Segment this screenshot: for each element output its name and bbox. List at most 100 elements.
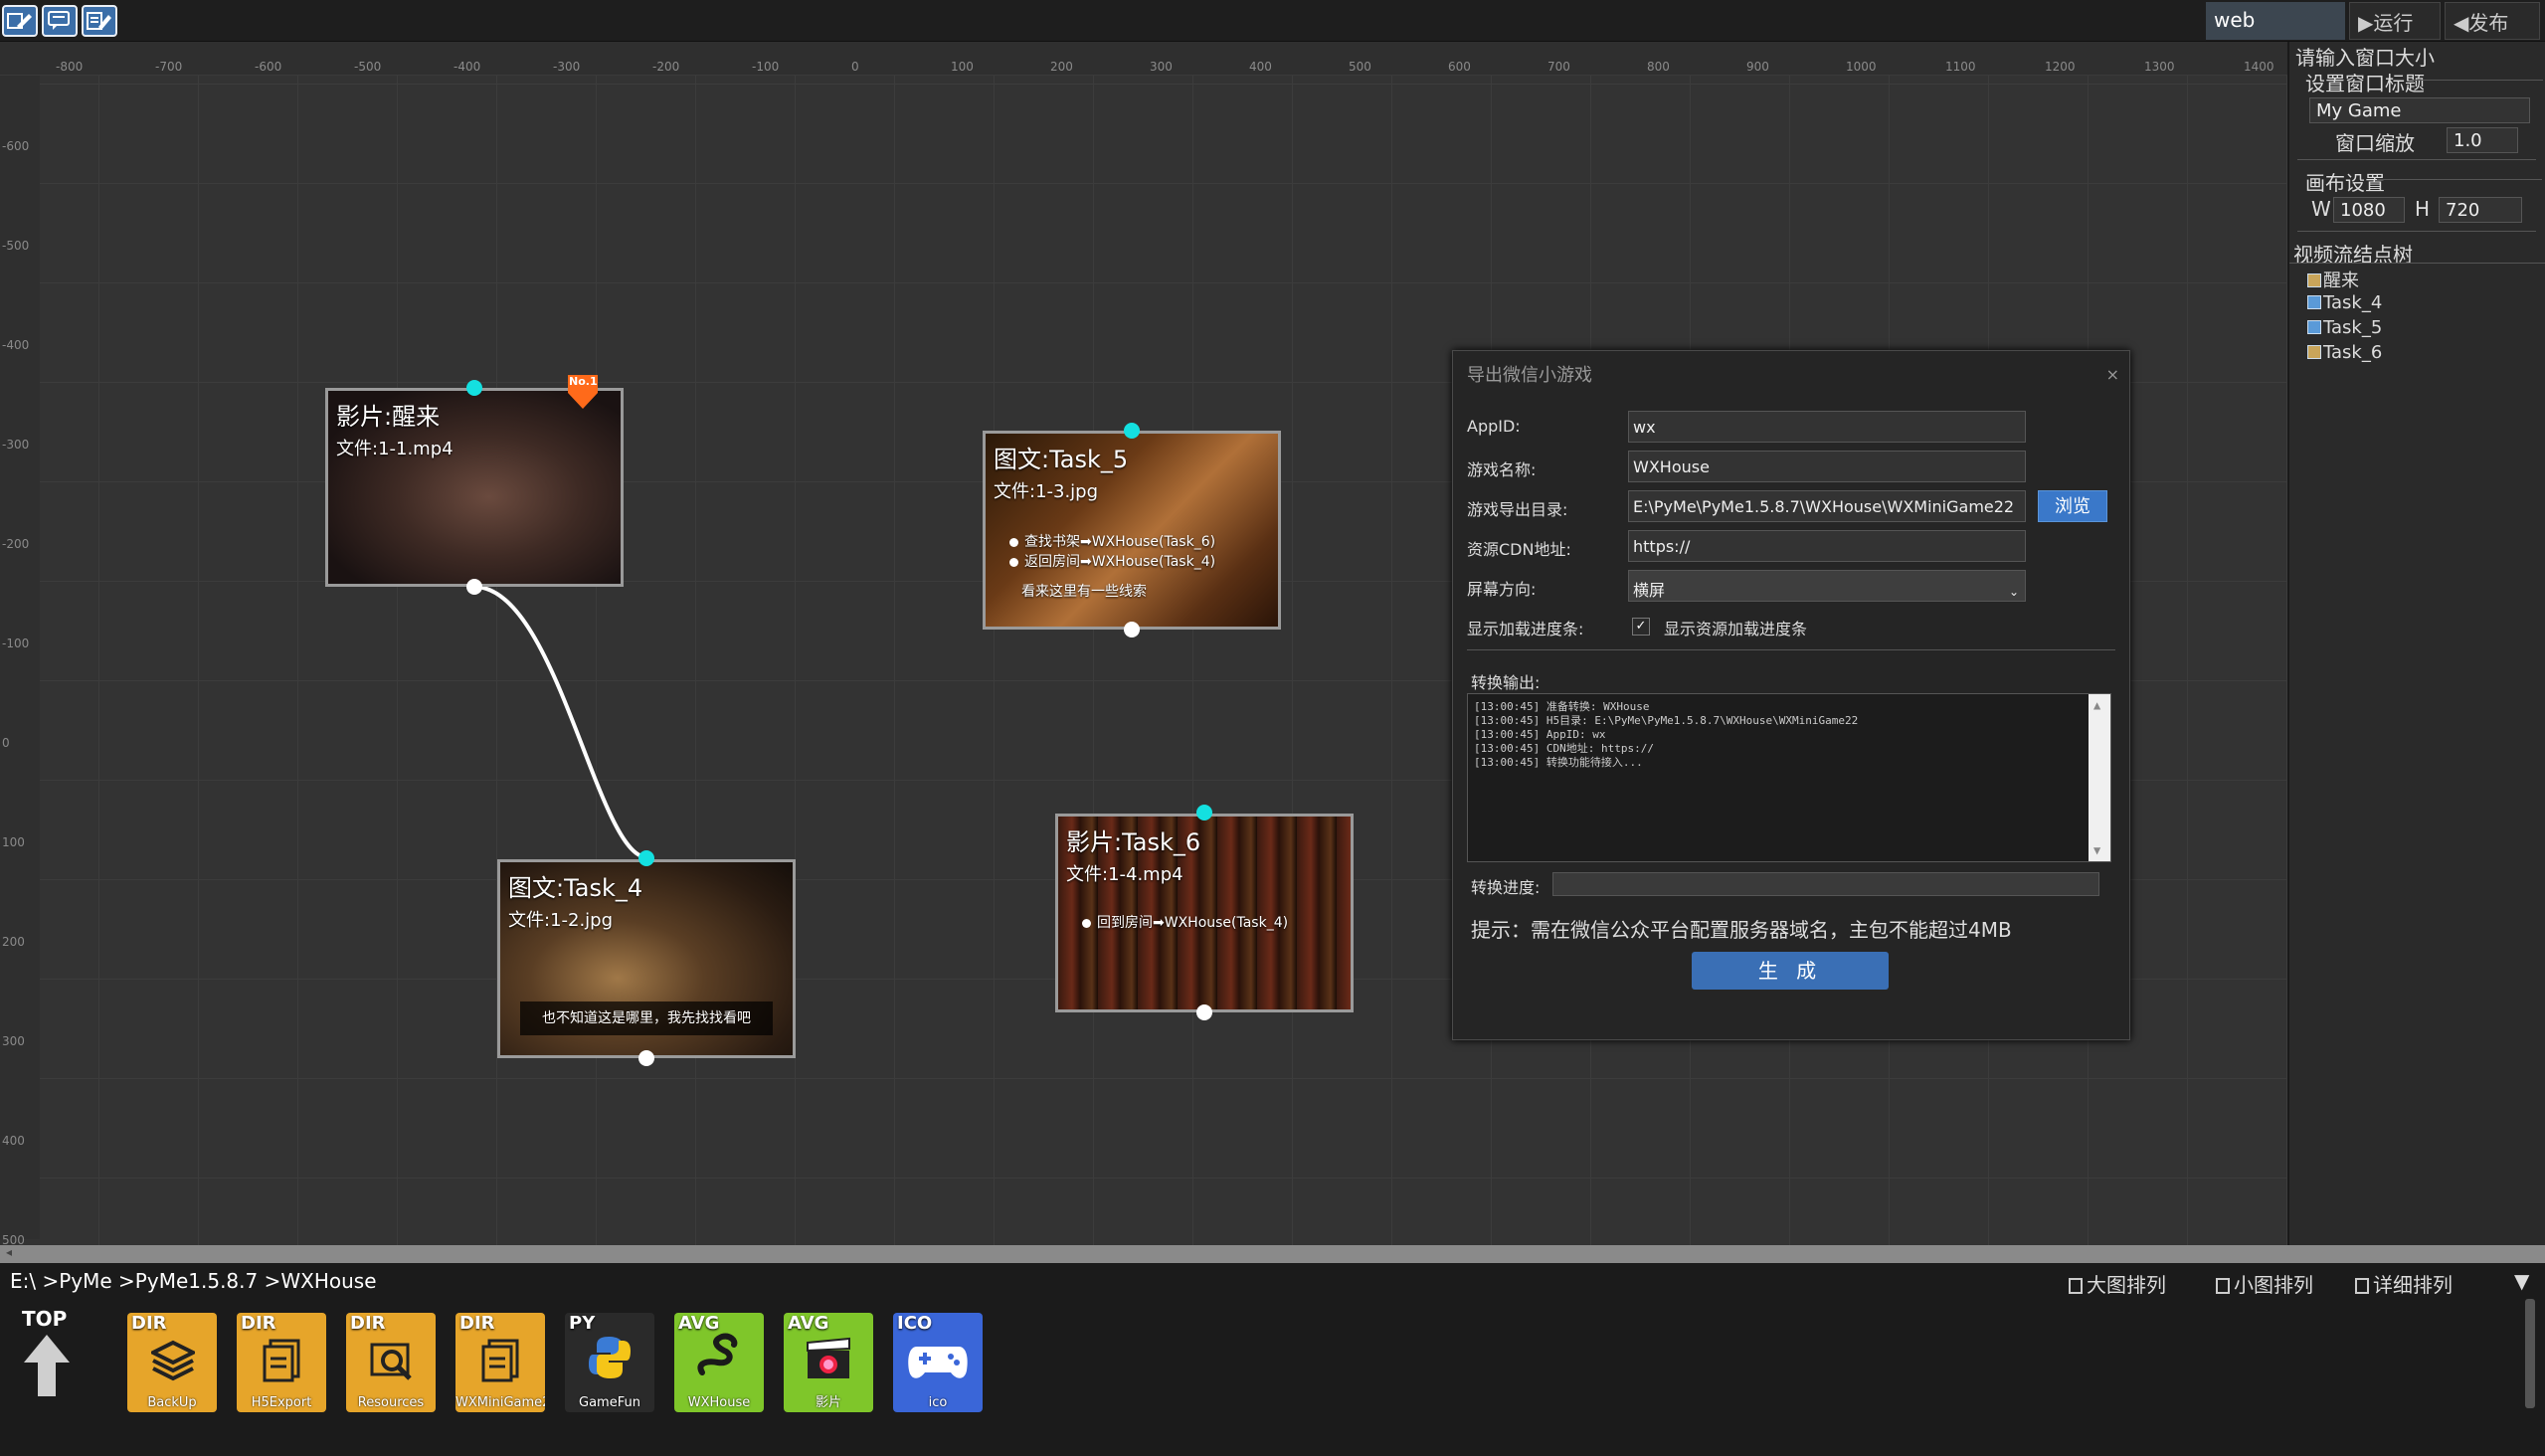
file-type: AVG bbox=[788, 1313, 829, 1334]
input-port[interactable] bbox=[638, 850, 654, 866]
log-line: [13:00:45] 转换功能待接入... bbox=[1474, 756, 1643, 769]
run-button[interactable]: ▶运行 bbox=[2349, 2, 2441, 40]
loading-checkbox[interactable]: ✓ bbox=[1632, 618, 1650, 636]
file-movie[interactable]: AVG 影片 bbox=[784, 1313, 873, 1412]
file-type: DIR bbox=[350, 1313, 386, 1334]
tree-item-label: Task_6 bbox=[2323, 342, 2383, 363]
scroll-up-icon[interactable]: ▲ bbox=[2093, 698, 2100, 712]
file-type: ICO bbox=[897, 1313, 933, 1334]
node-title: 影片:Task_6 bbox=[1066, 828, 1201, 856]
documents-icon bbox=[481, 1339, 519, 1382]
small-view-button[interactable]: 小图排列 bbox=[2216, 1269, 2313, 1298]
orientation-label: 屏幕方向: bbox=[1467, 580, 1537, 599]
file-type: AVG bbox=[678, 1313, 720, 1334]
tip-text: 提示：需在微信公众平台配置服务器域名，主包不能超过4MB bbox=[1471, 918, 2012, 942]
width-field[interactable]: 1080 bbox=[2333, 197, 2405, 223]
generate-button[interactable]: 生 成 bbox=[1692, 952, 1889, 990]
documents-icon bbox=[263, 1339, 300, 1382]
top-folder-button[interactable]: TOP bbox=[22, 1307, 72, 1404]
output-port[interactable] bbox=[466, 579, 482, 595]
orientation-select[interactable]: 横屏 ⌄ bbox=[1628, 570, 2026, 602]
window-title-label: 设置窗口标题 bbox=[2305, 72, 2425, 95]
python-icon bbox=[589, 1337, 631, 1378]
large-view-button[interactable]: 大图排列 bbox=[2069, 1269, 2166, 1298]
export-wechat-dialog: 导出微信小游戏 × AppID: wx 游戏名称: WXHouse 游戏导出目录… bbox=[1452, 350, 2130, 1040]
output-port[interactable] bbox=[638, 1050, 654, 1066]
tree-item[interactable]: Task_4 bbox=[2307, 292, 2382, 313]
file-gamefun[interactable]: PY GameFun bbox=[565, 1313, 654, 1412]
scroll-down-icon[interactable]: ▼ bbox=[2093, 843, 2100, 857]
loading-label: 显示加载进度条: bbox=[1467, 620, 1584, 638]
file-resources[interactable]: DIR Resources bbox=[346, 1313, 436, 1412]
node-file: 文件:1-3.jpg bbox=[994, 481, 1099, 502]
tree-item[interactable]: 醒来 bbox=[2307, 267, 2359, 292]
file-wxminigame22[interactable]: DIR WXMiniGame22 bbox=[455, 1313, 545, 1412]
search-folder-icon bbox=[370, 1343, 412, 1380]
collapse-icon[interactable]: ▼ bbox=[2514, 1269, 2529, 1293]
log-line: [13:00:45] AppID: wx bbox=[1474, 728, 1606, 741]
image-icon bbox=[2307, 295, 2321, 309]
file-backup[interactable]: DIR BackUp bbox=[127, 1313, 217, 1412]
vertical-scrollbar[interactable] bbox=[2525, 1299, 2535, 1408]
export-dir-label: 游戏导出目录: bbox=[1467, 500, 1568, 519]
output-log[interactable]: [13:00:45] 准备转换: WXHouse [13:00:45] H5目录… bbox=[1467, 693, 2111, 862]
zoom-label: 窗口缩放 bbox=[2335, 131, 2415, 155]
height-field[interactable]: 720 bbox=[2439, 197, 2522, 223]
node-option[interactable]: 返回房间➡WXHouse(Task_4) bbox=[1009, 551, 1215, 571]
export-dir-field[interactable]: E:\PyMe\PyMe1.5.8.7\WXHouse\WXMiniGame22 bbox=[1628, 490, 2026, 522]
file-browser: E:\ >PyMe >PyMe1.5.8.7 >WXHouse 大图排列 小图排… bbox=[0, 1263, 2545, 1456]
node-xinglai[interactable]: 影片:醒来 文件:1-1.mp4 bbox=[325, 388, 624, 587]
breadcrumb[interactable]: E:\ >PyMe >PyMe1.5.8.7 >WXHouse bbox=[10, 1269, 377, 1293]
video-icon bbox=[2307, 345, 2321, 359]
input-port[interactable] bbox=[466, 380, 482, 396]
file-name: ico bbox=[928, 1395, 948, 1410]
grid-icon bbox=[2069, 1278, 2083, 1294]
tree-item[interactable]: Task_5 bbox=[2307, 317, 2382, 338]
app-window: web ▶运行 ◀发布 -800 -700 -600 -500 -400 -300 -200… bbox=[0, 0, 2545, 1456]
start-badge: No.1 bbox=[566, 373, 600, 411]
detail-view-button[interactable]: 详细排列 bbox=[2355, 1269, 2453, 1298]
input-port[interactable] bbox=[1196, 805, 1212, 820]
node-option[interactable]: 回到房间➡WXHouse(Task_4) bbox=[1082, 912, 1288, 932]
window-title-field[interactable]: My Game bbox=[2309, 97, 2530, 123]
file-wxhouse[interactable]: AVG WXHouse bbox=[674, 1313, 764, 1412]
list-icon bbox=[2355, 1278, 2369, 1294]
node-task6[interactable]: 影片:Task_6 文件:1-4.mp4 回到房间➡WXHouse(Task_4… bbox=[1055, 814, 1354, 1012]
node-task4[interactable]: 图文:Task_4 文件:1-2.jpg 也不知道这是哪里，我先找找看吧 bbox=[497, 859, 796, 1058]
scroll-left-icon[interactable]: ◂ bbox=[6, 1245, 12, 1259]
output-port[interactable] bbox=[1124, 622, 1140, 637]
node-task5[interactable]: 图文:Task_5 文件:1-3.jpg 查找书架➡WXHouse(Task_6… bbox=[983, 431, 1281, 630]
tree-item-label: 醒来 bbox=[2323, 271, 2359, 291]
loading-checkbox-text: 显示资源加载进度条 bbox=[1664, 620, 1808, 638]
log-scrollbar[interactable]: ▲ ▼ bbox=[2089, 694, 2110, 861]
detail-view-label: 详细排列 bbox=[2373, 1273, 2453, 1297]
node-option[interactable]: 查找书架➡WXHouse(Task_6) bbox=[1009, 531, 1215, 551]
file-h5export[interactable]: DIR H5Export bbox=[237, 1313, 326, 1412]
right-panel: 请输入窗口大小 设置窗口标题 My Game 窗口缩放 1.0 画布设置 W 1… bbox=[2287, 42, 2545, 1245]
publish-button[interactable]: ◀发布 bbox=[2445, 2, 2540, 40]
zoom-field[interactable]: 1.0 bbox=[2447, 127, 2518, 153]
canvas-settings-label: 画布设置 bbox=[2305, 171, 2385, 195]
game-name-field[interactable]: WXHouse bbox=[1628, 451, 2026, 482]
horizontal-scrollbar[interactable]: ◂ bbox=[0, 1245, 2545, 1263]
file-name: Resources bbox=[357, 1395, 425, 1410]
chevron-down-icon: ⌄ bbox=[2008, 585, 2019, 599]
cdn-label: 资源CDN地址: bbox=[1467, 540, 1571, 559]
file-type: DIR bbox=[459, 1313, 495, 1334]
file-name: 影片 bbox=[815, 1395, 841, 1410]
output-port[interactable] bbox=[1196, 1004, 1212, 1020]
cdn-field[interactable]: https:// bbox=[1628, 530, 2026, 562]
input-port[interactable] bbox=[1124, 423, 1140, 439]
divider bbox=[2297, 159, 2536, 160]
close-icon[interactable]: × bbox=[2106, 365, 2119, 384]
connection-line[interactable] bbox=[473, 585, 647, 859]
appid-field[interactable]: wx bbox=[1628, 411, 2026, 443]
node-caption: 看来这里有一些线索 bbox=[1021, 584, 1147, 600]
output-label: 转换输出: bbox=[1471, 673, 1541, 692]
file-ico[interactable]: ICO ico bbox=[893, 1313, 983, 1412]
tree-item[interactable]: Task_6 bbox=[2307, 342, 2382, 363]
tree-item-label: Task_4 bbox=[2323, 292, 2383, 313]
gamepad-icon bbox=[908, 1347, 968, 1378]
clapperboard-icon bbox=[807, 1337, 850, 1378]
browse-button[interactable]: 浏览 bbox=[2038, 490, 2107, 522]
